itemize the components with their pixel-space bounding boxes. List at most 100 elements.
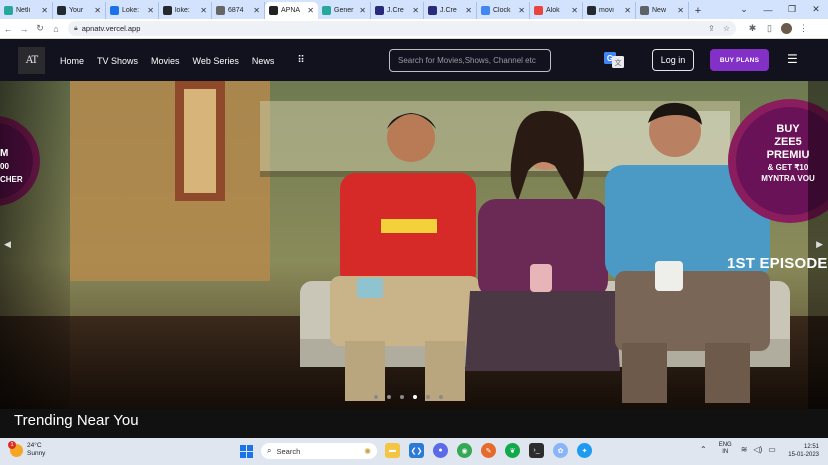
promo-line: PREMIU bbox=[766, 149, 810, 161]
carousel-dot[interactable] bbox=[439, 395, 443, 399]
tab-close-icon[interactable]: ✕ bbox=[94, 6, 101, 15]
tray-chevron-icon[interactable]: ⌃ bbox=[700, 445, 707, 454]
browser-tab[interactable]: APNA ✕ bbox=[265, 2, 318, 19]
hero-illustration bbox=[0, 81, 828, 409]
share-icon[interactable]: ⇪ bbox=[708, 24, 715, 33]
search-input[interactable] bbox=[389, 49, 551, 72]
terminal-icon[interactable]: ›_ bbox=[529, 443, 544, 458]
chat-app-icon[interactable]: ● bbox=[433, 443, 448, 458]
maximize-button[interactable]: ❐ bbox=[780, 4, 804, 15]
forward-icon[interactable]: → bbox=[16, 24, 32, 34]
promo-line: & GET ₹10 bbox=[767, 163, 809, 172]
buy-plans-button[interactable]: BUY PLANS bbox=[710, 49, 769, 71]
taskbar-clock[interactable]: 12:51 15-01-2023 bbox=[783, 443, 819, 459]
tab-label: APNA bbox=[281, 7, 301, 14]
nav-movies[interactable]: Movies bbox=[151, 56, 180, 66]
tab-close-icon[interactable]: ✕ bbox=[465, 6, 472, 15]
home-icon[interactable]: ⌂ bbox=[48, 24, 64, 34]
bookmark-star-icon[interactable]: ☆ bbox=[723, 24, 730, 33]
browser-tab[interactable]: Loke: ✕ bbox=[106, 2, 159, 19]
browser-tab[interactable]: J.Cre ✕ bbox=[424, 2, 477, 19]
window-controls: ⌄ — ❐ ✕ bbox=[732, 0, 828, 19]
browser-tab[interactable]: 6874 ✕ bbox=[212, 2, 265, 19]
carousel-prev-icon[interactable]: ◀ bbox=[4, 239, 11, 250]
address-bar[interactable]: 🔒︎ apnatv.vercel.app ⇪ ☆ bbox=[68, 21, 736, 36]
tab-close-icon[interactable]: ✕ bbox=[518, 6, 525, 15]
tab-favicon-icon bbox=[375, 6, 384, 15]
tab-close-icon[interactable]: ✕ bbox=[307, 6, 314, 15]
taskbar-search[interactable]: ⌕ Search ✺ bbox=[261, 443, 377, 459]
tab-close-icon[interactable]: ✕ bbox=[571, 6, 578, 15]
tab-close-icon[interactable]: ✕ bbox=[253, 6, 260, 15]
nav-tv-shows[interactable]: TV Shows bbox=[97, 56, 138, 66]
taskbar-search-label: Search bbox=[276, 446, 301, 456]
browser-tab[interactable]: loke: ✕ bbox=[159, 2, 212, 19]
chrome-icon[interactable]: ◉ bbox=[457, 443, 472, 458]
clock-date: 15-01-2023 bbox=[788, 452, 819, 458]
nav-news[interactable]: News bbox=[252, 56, 275, 66]
promo-line: M bbox=[0, 148, 9, 159]
minimize-button[interactable]: — bbox=[756, 5, 780, 15]
site-logo[interactable]: AT bbox=[18, 47, 45, 74]
browser-tab[interactable]: Clock ✕ bbox=[477, 2, 530, 19]
hero-banner[interactable]: BUY ZEE5 PREMIU & GET ₹10 MYNTRA VOU M 0… bbox=[0, 81, 828, 409]
profile-avatar[interactable] bbox=[781, 23, 792, 34]
wifi-icon[interactable]: ≋ bbox=[741, 445, 748, 454]
postman-icon[interactable]: ✎ bbox=[481, 443, 496, 458]
browser-tab[interactable]: J.Cre ✕ bbox=[371, 2, 424, 19]
language-indicator[interactable]: ENG IN bbox=[719, 442, 732, 456]
carousel-dot[interactable] bbox=[400, 395, 404, 399]
nav-web-series[interactable]: Web Series bbox=[193, 56, 239, 66]
translate-icon[interactable]: G 文 bbox=[604, 52, 624, 68]
promo-line: MYNTRA VOU bbox=[761, 174, 815, 183]
battery-icon[interactable]: ▭ bbox=[768, 445, 776, 454]
volume-icon[interactable]: ◁) bbox=[753, 445, 762, 454]
browser-tab[interactable]: Alok ✕ bbox=[530, 2, 583, 19]
tab-label: movi bbox=[599, 7, 614, 14]
tab-favicon-icon bbox=[110, 6, 119, 15]
tab-close-icon[interactable]: ✕ bbox=[359, 6, 366, 15]
tab-close-icon[interactable]: ✕ bbox=[41, 6, 48, 15]
tab-close-icon[interactable]: ✕ bbox=[624, 6, 631, 15]
browser-tab[interactable]: Netli ✕ bbox=[0, 2, 53, 19]
weather-desc: Sunny bbox=[27, 450, 46, 457]
extensions-icon[interactable]: ✱ bbox=[744, 23, 761, 34]
browser-tab[interactable]: movi ✕ bbox=[583, 2, 636, 19]
more-menu-icon[interactable]: ⠿ bbox=[297, 55, 304, 66]
tab-favicon-icon bbox=[587, 6, 596, 15]
file-explorer-icon[interactable]: ▬ bbox=[385, 443, 400, 458]
twitter-icon[interactable]: ✦ bbox=[577, 443, 592, 458]
login-button[interactable]: Log in bbox=[652, 49, 694, 71]
reload-icon[interactable]: ↻ bbox=[32, 23, 48, 34]
section-title: Trending Near You bbox=[14, 412, 139, 429]
browser-tab[interactable]: New ✕ bbox=[636, 2, 689, 19]
mongodb-icon[interactable]: ❦ bbox=[505, 443, 520, 458]
tab-close-icon[interactable]: ✕ bbox=[412, 6, 419, 15]
tab-close-icon[interactable]: ✕ bbox=[677, 6, 684, 15]
browser-tab[interactable]: Gener ✕ bbox=[318, 2, 371, 19]
browser-tab[interactable]: Your ✕ bbox=[53, 2, 106, 19]
tab-search-icon[interactable]: ⌄ bbox=[732, 4, 756, 15]
weather-widget[interactable]: 1 24°C Sunny bbox=[8, 440, 46, 458]
url-text: apnatv.vercel.app bbox=[81, 24, 141, 33]
carousel-dot[interactable] bbox=[374, 395, 378, 399]
nav-home[interactable]: Home bbox=[60, 56, 84, 66]
tab-label: Alok bbox=[546, 7, 560, 14]
sidebar-icon[interactable]: ▯ bbox=[761, 23, 778, 34]
lang-top: ENG bbox=[718, 442, 732, 448]
back-icon[interactable]: ← bbox=[0, 24, 16, 34]
lock-icon[interactable]: 🔒︎ bbox=[74, 25, 78, 33]
photos-icon[interactable]: ✿ bbox=[553, 443, 568, 458]
carousel-dot[interactable] bbox=[387, 395, 391, 399]
carousel-next-icon[interactable]: ▶ bbox=[816, 239, 823, 250]
chrome-menu-icon[interactable]: ⋮ bbox=[795, 23, 812, 34]
new-tab-button[interactable]: + bbox=[689, 2, 707, 19]
vscode-icon[interactable]: ❮❯ bbox=[409, 443, 424, 458]
carousel-dot[interactable] bbox=[413, 395, 417, 399]
hamburger-menu-icon[interactable]: ☰ bbox=[787, 53, 800, 66]
start-button[interactable] bbox=[240, 445, 253, 458]
tab-close-icon[interactable]: ✕ bbox=[200, 6, 207, 15]
close-window-button[interactable]: ✕ bbox=[804, 4, 828, 15]
carousel-dot[interactable] bbox=[426, 395, 430, 399]
tab-close-icon[interactable]: ✕ bbox=[147, 6, 154, 15]
